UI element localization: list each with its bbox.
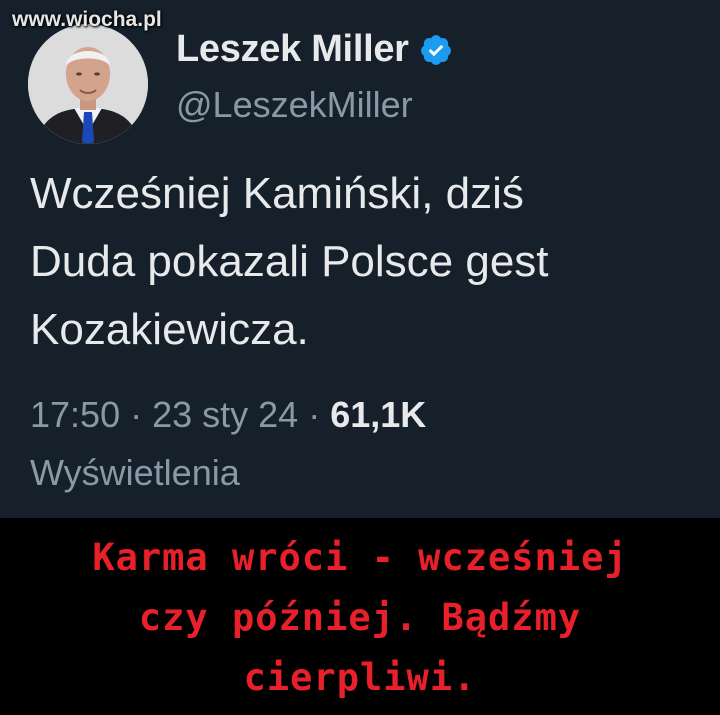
tweet-text-line: Duda pokazali Polsce gest	[30, 237, 549, 286]
avatar[interactable]	[28, 24, 148, 144]
tweet-date[interactable]: 23 sty 24	[152, 394, 298, 435]
tweet-card: www.wiocha.pl Leszek Miller @LeszekMille…	[0, 0, 720, 518]
caption-line: cierpliwi.	[243, 656, 477, 699]
meme-caption: Karma wróci - wcześniej czy później. Bąd…	[0, 528, 720, 708]
site-watermark: www.wiocha.pl	[12, 8, 162, 31]
views-label: Wyświetlenia	[30, 452, 240, 493]
profile-name-row: Leszek Miller	[176, 28, 453, 71]
caption-line: czy później. Bądźmy	[138, 596, 582, 639]
display-name[interactable]: Leszek Miller	[176, 28, 409, 71]
verified-badge-icon	[419, 33, 453, 67]
user-handle[interactable]: @LeszekMiller	[176, 84, 413, 126]
tweet-time[interactable]: 17:50	[30, 394, 120, 435]
separator-dot: ·	[308, 394, 331, 435]
caption-line: Karma wróci - wcześniej	[92, 536, 628, 579]
tweet-meta: 17:50 · 23 sty 24 · 61,1K	[30, 388, 426, 442]
separator-dot: ·	[130, 394, 153, 435]
tweet-text: Wcześniej Kamiński, dziś Duda pokazali P…	[30, 160, 700, 364]
tweet-text-line: Wcześniej Kamiński, dziś	[30, 169, 524, 218]
views-count: 61,1K	[330, 394, 427, 435]
tweet-text-line: Kozakiewicza.	[30, 305, 309, 354]
